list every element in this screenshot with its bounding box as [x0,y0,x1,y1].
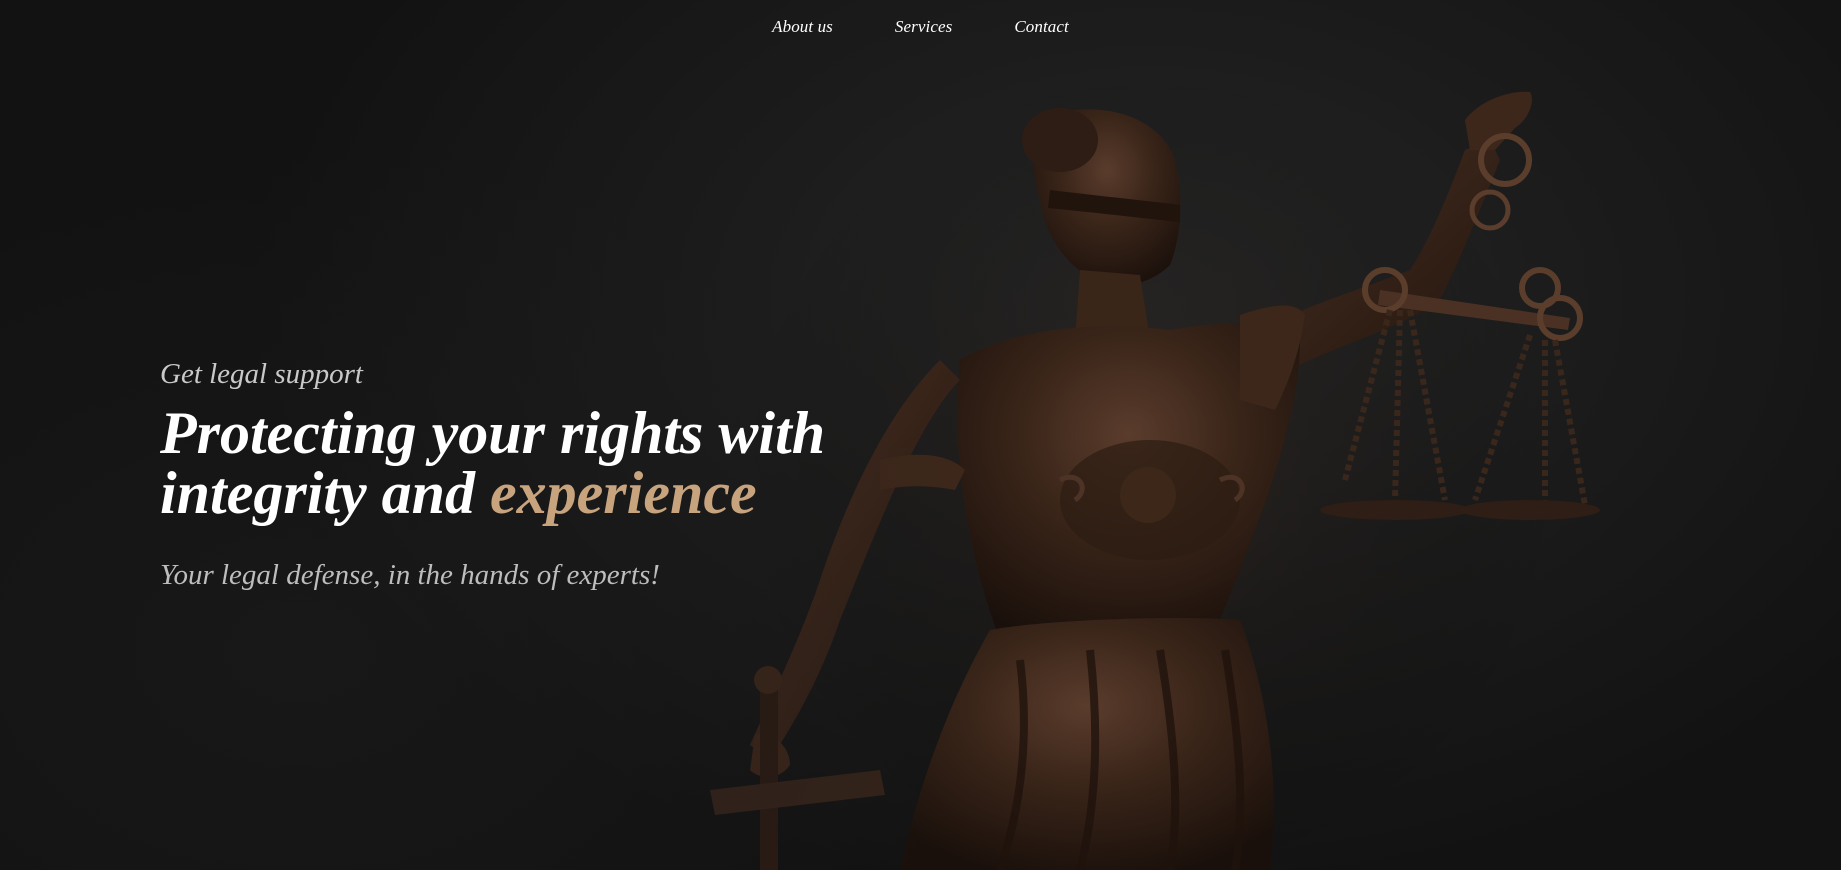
hero-headline: Protecting your rights with integrity an… [160,403,920,523]
headline-accent-word: experience [490,460,757,526]
nav-link-about-us[interactable]: About us [772,17,833,37]
headline-line-2-prefix: integrity and [160,460,491,526]
hero-eyebrow: Get legal support [160,358,363,390]
nav-link-services[interactable]: Services [895,17,952,37]
hero-tagline: Your legal defense, in the hands of expe… [160,559,660,591]
headline-line-1: Protecting your rights with [160,400,826,466]
nav-link-contact[interactable]: Contact [1014,17,1069,37]
top-navigation: About us Services Contact [0,17,1841,37]
hero-section: About us Services Contact Get legal supp… [0,0,1841,870]
hero-copy: Get legal support Protecting your rights… [160,360,920,590]
